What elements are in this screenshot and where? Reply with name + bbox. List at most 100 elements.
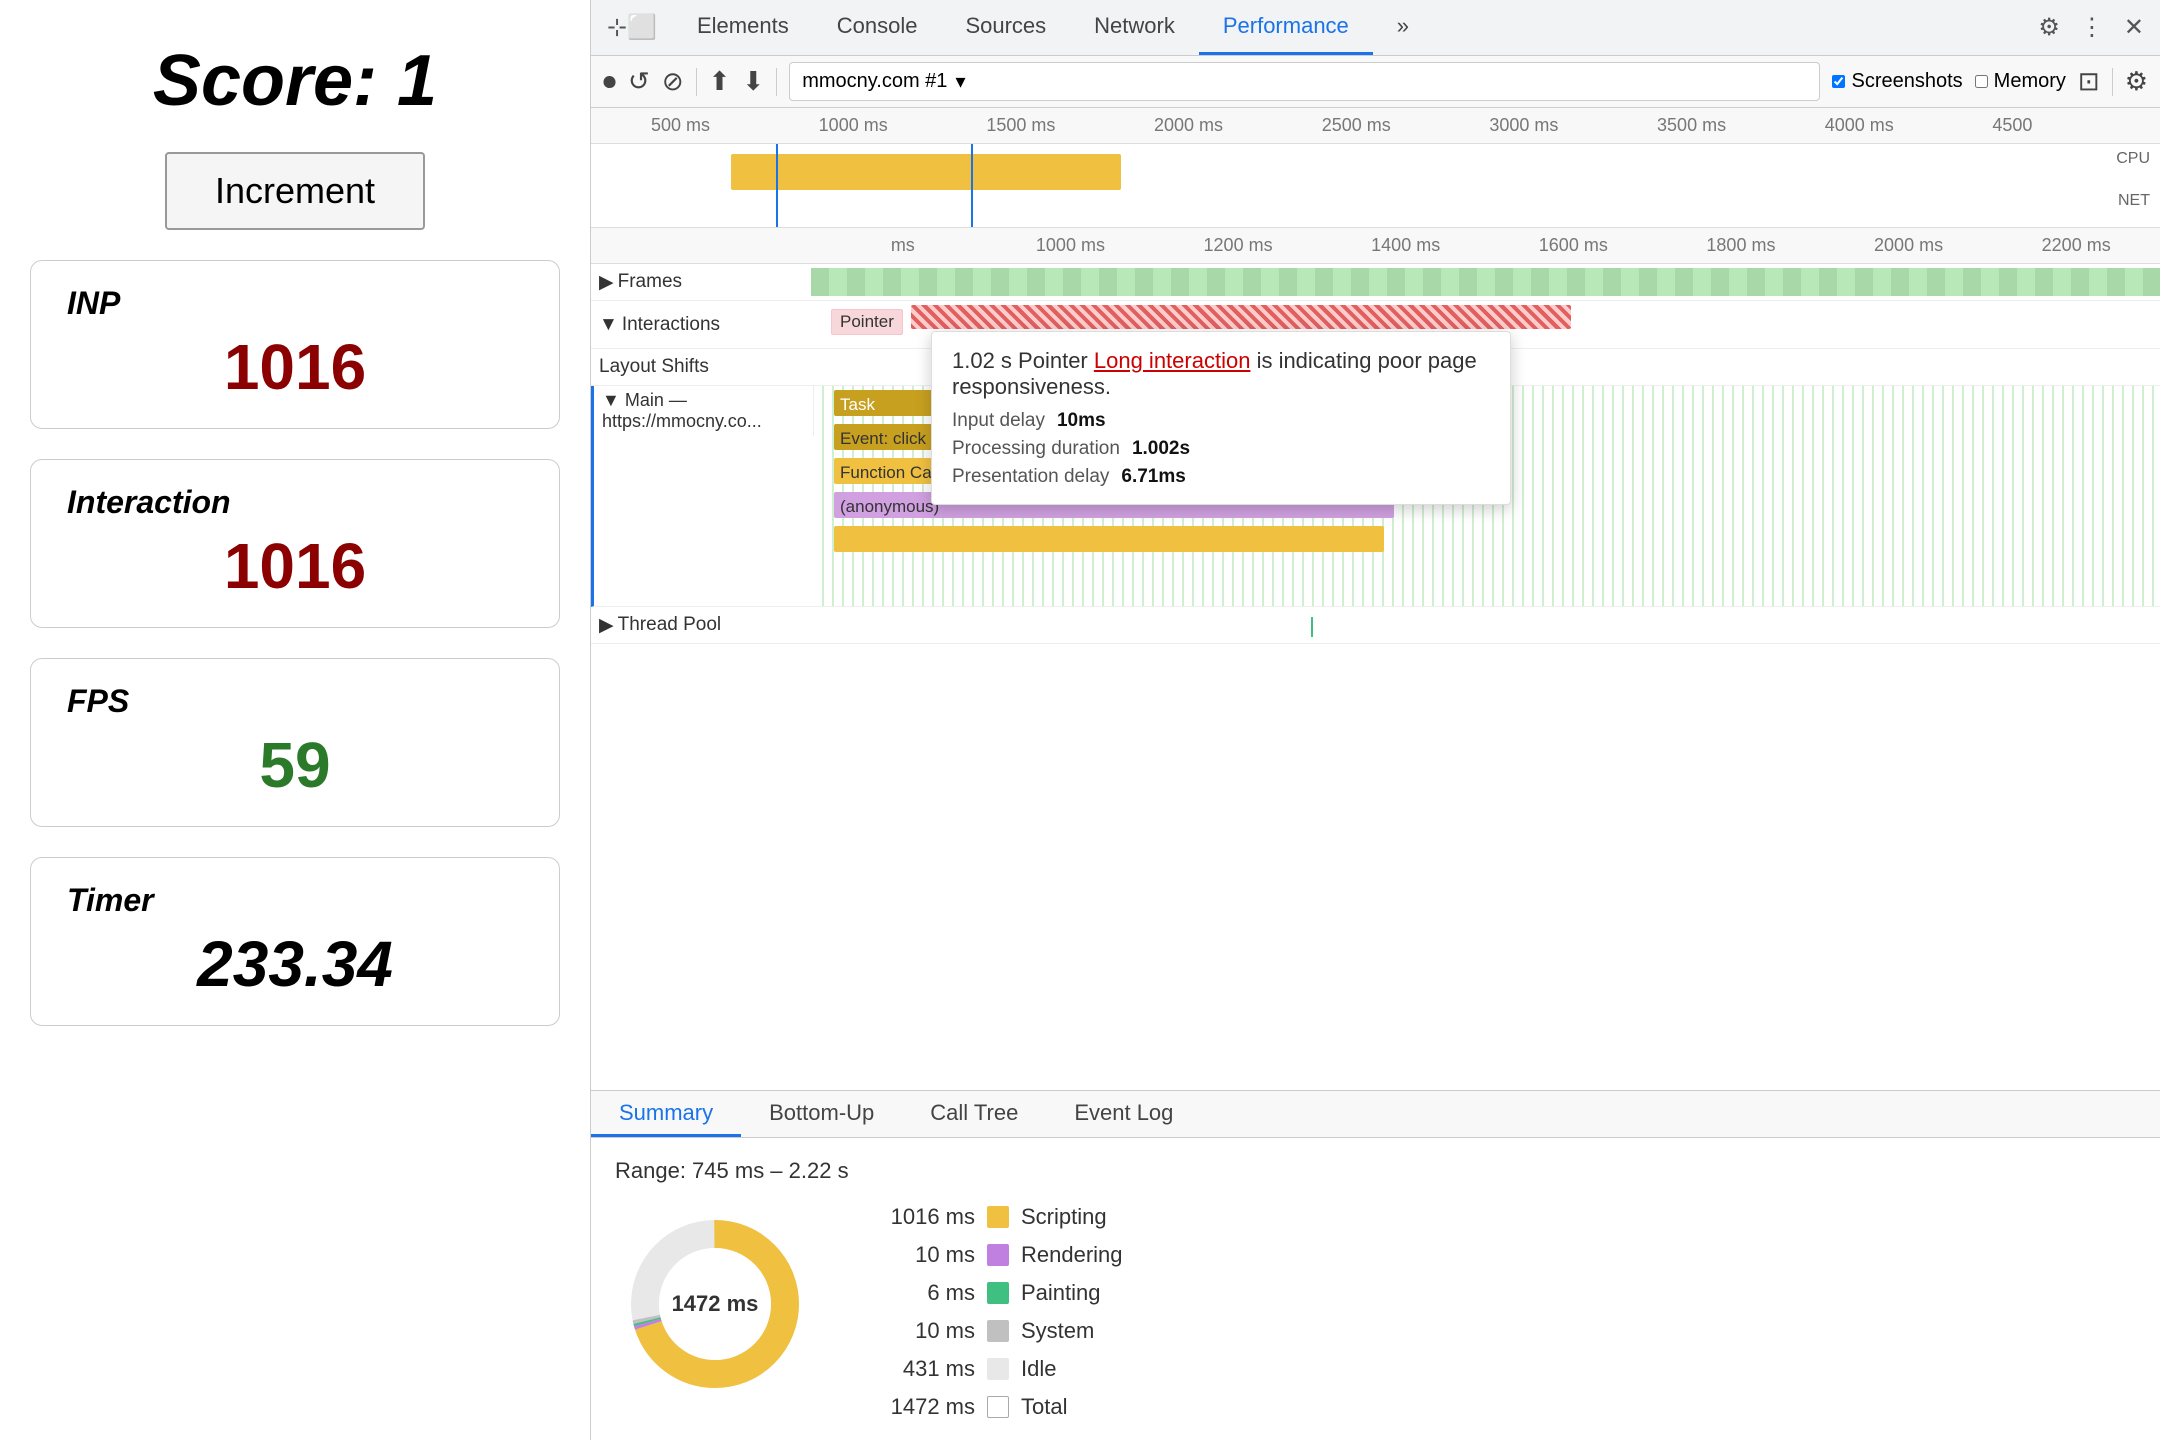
- memory-checkbox[interactable]: [1975, 75, 1988, 88]
- tooltip-header: 1.02 s Pointer Long interaction is indic…: [952, 348, 1490, 400]
- ruler-1000: 1000 ms: [819, 115, 987, 136]
- settings-icon[interactable]: ⚙: [2038, 13, 2060, 42]
- function-call-label: Function Call: [834, 461, 945, 484]
- main-expand-icon[interactable]: ▼: [602, 390, 620, 410]
- tooltip-input-delay: Input delay 10ms: [952, 410, 1490, 432]
- legend-color-swatch: [987, 1396, 1009, 1418]
- timer-value: 233.34: [67, 927, 523, 1001]
- legend-ms: 431 ms: [875, 1356, 975, 1382]
- legend-ms: 6 ms: [875, 1280, 975, 1306]
- interaction-tooltip: 1.02 s Pointer Long interaction is indic…: [931, 331, 1511, 505]
- tab-performance[interactable]: Performance: [1199, 0, 1373, 55]
- donut-chart: 1472 ms: [615, 1204, 815, 1404]
- legend-ms: 10 ms: [875, 1242, 975, 1268]
- more-icon[interactable]: ⋮: [2080, 13, 2104, 42]
- devtools-top-icons: ⚙ ⋮ ✕: [2038, 13, 2144, 42]
- anonymous-label: (anonymous): [834, 495, 945, 518]
- devtools-toolbar: ⏺ ↺ ⊘ ⬆ ⬇ mmocny.com #1 ▾ Screenshots Me…: [591, 56, 2160, 108]
- frames-expand-icon[interactable]: ▶: [599, 271, 614, 294]
- tab-elements[interactable]: Elements: [673, 0, 813, 55]
- legend-name: System: [1021, 1318, 1094, 1344]
- time-2200: 2200 ms: [1992, 235, 2160, 256]
- thread-pool-row: ▶ Thread Pool: [591, 607, 2160, 644]
- time-1800: 1800 ms: [1657, 235, 1825, 256]
- thread-pool-mark: [1311, 617, 1313, 637]
- pointer-bar[interactable]: [911, 305, 1571, 329]
- interactions-row: ▼ Interactions Pointer 1.02 s Pointer Lo…: [591, 301, 2160, 349]
- increment-button[interactable]: Increment: [165, 152, 425, 230]
- refresh-icon[interactable]: ↺: [628, 66, 650, 97]
- interactions-expand-icon[interactable]: ▼: [599, 314, 618, 336]
- ruler-500: 500 ms: [651, 115, 819, 136]
- selection-start-line: [776, 144, 778, 228]
- donut-center-label: 1472 ms: [672, 1291, 759, 1317]
- legend-name: Scripting: [1021, 1204, 1107, 1230]
- summary-section: Range: 745 ms – 2.22 s: [591, 1138, 2160, 1440]
- net-label: NET: [2118, 192, 2150, 210]
- time-2000: 2000 ms: [1825, 235, 1993, 256]
- summary-legend: 1016 ms Scripting 10 msRendering 6 msPainti…: [875, 1204, 1123, 1420]
- interactions-content: Pointer 1.02 s Pointer Long interaction …: [811, 301, 2160, 348]
- time-1600: 1600 ms: [1490, 235, 1658, 256]
- tab-console[interactable]: Console: [813, 0, 942, 55]
- tab-network[interactable]: Network: [1070, 0, 1199, 55]
- ruler-1500: 1500 ms: [986, 115, 1154, 136]
- timeline-ruler: 500 ms 1000 ms 1500 ms 2000 ms 2500 ms 3…: [591, 108, 2160, 144]
- tooltip-link[interactable]: Long interaction: [1094, 348, 1251, 373]
- frames-content: [811, 264, 2160, 300]
- screenshots-checkbox[interactable]: [1832, 75, 1845, 88]
- screenshots-label: Screenshots: [1851, 70, 1962, 93]
- devtools-tab-bar: ⊹ ⬜ Elements Console Sources Network Per…: [591, 0, 2160, 56]
- selection-end-line: [971, 144, 973, 228]
- upload-icon[interactable]: ⬆: [709, 66, 731, 97]
- inp-card: INP 1016: [30, 260, 560, 429]
- pointer-label: Pointer: [831, 309, 903, 335]
- devtools-device-icon[interactable]: ⬜: [627, 13, 657, 42]
- time-1000: 1000 ms: [987, 235, 1155, 256]
- url-text: mmocny.com #1: [802, 70, 947, 93]
- tab-event-log[interactable]: Event Log: [1046, 1091, 1201, 1137]
- camera-icon[interactable]: ⊡: [2078, 66, 2100, 97]
- download-icon[interactable]: ⬇: [742, 66, 764, 97]
- timeline-overview[interactable]: 500 ms 1000 ms 1500 ms 2000 ms 2500 ms 3…: [591, 108, 2160, 228]
- devtools-cursor-icon[interactable]: ⊹: [607, 13, 627, 42]
- timeline-scripting-bar: [731, 154, 1121, 190]
- tab-call-tree[interactable]: Call Tree: [902, 1091, 1046, 1137]
- legend-ms: 1016 ms: [875, 1204, 975, 1230]
- url-dropdown-icon[interactable]: ▾: [955, 69, 965, 94]
- interaction-label: Interaction: [67, 484, 523, 521]
- time-ms: ms: [819, 235, 987, 256]
- legend-row: 10 msRendering: [875, 1242, 1123, 1268]
- memory-label: Memory: [1994, 70, 2066, 93]
- layout-shifts-label: Layout Shifts: [591, 352, 811, 382]
- ruler-3500: 3500 ms: [1657, 115, 1825, 136]
- ruler-2000: 2000 ms: [1154, 115, 1322, 136]
- legend-row: 6 msPainting: [875, 1280, 1123, 1306]
- inp-value: 1016: [67, 330, 523, 404]
- tab-sources[interactable]: Sources: [941, 0, 1070, 55]
- legend-color-swatch: [987, 1244, 1009, 1266]
- thread-pool-expand-icon[interactable]: ▶: [599, 614, 614, 637]
- time-1400: 1400 ms: [1322, 235, 1490, 256]
- legend-row: 1472 msTotal: [875, 1394, 1123, 1420]
- devtools-panel: ⊹ ⬜ Elements Console Sources Network Per…: [590, 0, 2160, 1440]
- fps-value: 59: [67, 728, 523, 802]
- tab-summary[interactable]: Summary: [591, 1091, 741, 1137]
- record-icon[interactable]: ⏺: [603, 66, 616, 98]
- memory-checkbox-row: Memory: [1975, 70, 2066, 93]
- legend-ms: 10 ms: [875, 1318, 975, 1344]
- task-label: Task: [834, 393, 881, 416]
- fps-card: FPS 59: [30, 658, 560, 827]
- legend-color-swatch: [987, 1320, 1009, 1342]
- summary-content: 1472 ms 1016 ms Scripting 10 msRendering 6 …: [615, 1204, 2136, 1420]
- close-icon[interactable]: ✕: [2124, 13, 2144, 42]
- tab-more[interactable]: »: [1373, 0, 1433, 55]
- main-label: ▼ Main — https://mmocny.co...: [594, 386, 814, 436]
- thread-pool-label: ▶ Thread Pool: [591, 610, 811, 641]
- timer-card: Timer 233.34: [30, 857, 560, 1026]
- nested-call-bar[interactable]: [834, 526, 1384, 552]
- gear-icon[interactable]: ⚙: [2125, 66, 2148, 97]
- clear-icon[interactable]: ⊘: [662, 66, 684, 97]
- tab-bottom-up[interactable]: Bottom-Up: [741, 1091, 902, 1137]
- separator2: [776, 68, 777, 96]
